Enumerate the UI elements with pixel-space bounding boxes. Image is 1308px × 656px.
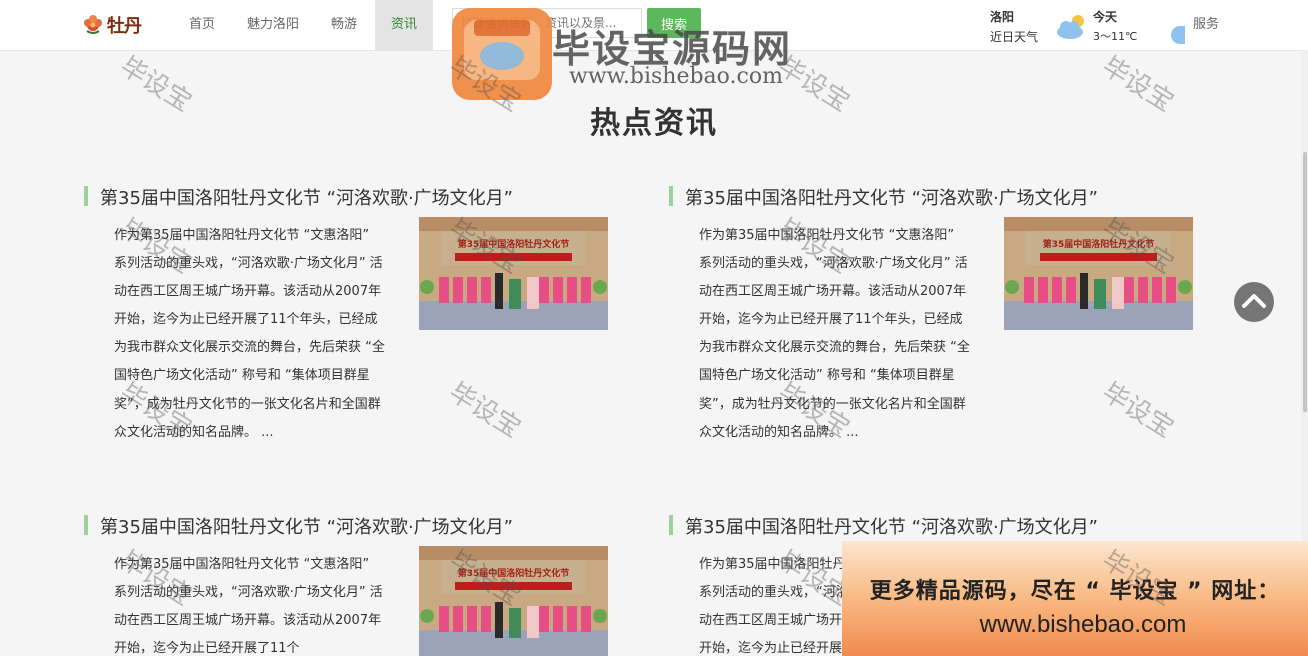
- promo-banner: 更多精品源码，尽在 “ 毕设宝 ” 网址： www.bishebao.com: [842, 541, 1308, 656]
- promo-text: 更多精品源码，尽在 “ 毕设宝 ” 网址：: [869, 579, 1281, 604]
- article-summary: 作为第35届中国洛阳牡丹文化节 “文惠洛阳” 系列活动的重头戏，“河洛欢歌·广场…: [699, 228, 970, 440]
- weather-city: 洛阳: [990, 10, 1015, 24]
- article-title[interactable]: 第35届中国洛阳牡丹文化节 “河洛欢歌·广场文化月”: [100, 513, 513, 539]
- promo-url: www.bishebao.com: [979, 611, 1187, 638]
- nav-news[interactable]: 资讯: [375, 0, 433, 50]
- chevron-up-icon: [1242, 294, 1266, 308]
- article-title[interactable]: 第35届中国洛阳牡丹文化节 “河洛欢歌·广场文化月”: [100, 184, 513, 210]
- article-summary: 作为第35届中国洛阳牡丹文化节 “文惠洛阳” 系列活动的重头戏，“河洛欢歌·广场…: [114, 228, 385, 440]
- article-card[interactable]: 第35届中国洛阳牡丹文化节 “河洛欢歌·广场文化月” 作为第35届中国洛阳牡丹文…: [84, 184, 614, 484]
- article-card[interactable]: 第35届中国洛阳牡丹文化节 “河洛欢歌·广场文化月” 作为第35届中国洛阳牡丹文…: [669, 184, 1199, 484]
- weather-subtitle: 近日天气: [990, 30, 1039, 44]
- watermark-url: www.bishebao.com: [569, 64, 783, 89]
- article-title[interactable]: 第35届中国洛阳牡丹文化节 “河洛欢歌·广场文化月”: [685, 513, 1098, 539]
- logo-text: 牡丹: [107, 16, 142, 37]
- nav-home[interactable]: 首页: [180, 0, 224, 50]
- title-accent-bar: [84, 186, 88, 206]
- article-image[interactable]: 第35届中国洛阳牡丹文化节: [419, 546, 608, 656]
- title-accent-bar: [669, 515, 673, 535]
- weather-today-label: 今天: [1093, 10, 1118, 24]
- image-banner-text: 第35届中国洛阳牡丹文化节: [458, 238, 570, 250]
- image-banner-text: 第35届中国洛阳牡丹文化节: [1043, 238, 1155, 250]
- partly-cloudy-icon: [1057, 15, 1084, 39]
- weather-next-icon: [1171, 26, 1185, 44]
- title-accent-bar: [84, 515, 88, 535]
- article-title[interactable]: 第35届中国洛阳牡丹文化节 “河洛欢歌·广场文化月”: [685, 184, 1098, 210]
- article-card[interactable]: 第35届中国洛阳牡丹文化节 “河洛欢歌·广场文化月” 作为第35届中国洛阳牡丹文…: [84, 513, 614, 656]
- scroll-to-top-button[interactable]: [1234, 282, 1274, 322]
- article-summary: 作为第35届中国洛阳牡丹文化节 “文惠洛阳” 系列活动的重头戏，“河洛欢歌·广场…: [114, 557, 383, 656]
- site-logo[interactable]: 牡丹: [82, 12, 158, 38]
- peony-logo-icon: [84, 15, 102, 34]
- weather-temperature: 3～11℃: [1093, 30, 1138, 43]
- image-banner-text: 第35届中国洛阳牡丹文化节: [458, 567, 570, 579]
- nav-travel[interactable]: 畅游: [322, 0, 366, 50]
- nav-charm-luoyang[interactable]: 魅力洛阳: [240, 0, 306, 50]
- nav-service[interactable]: 服务: [1193, 0, 1219, 50]
- article-image[interactable]: 第35届中国洛阳牡丹文化节: [1004, 217, 1193, 330]
- scrollbar-thumb[interactable]: [1303, 152, 1307, 412]
- title-accent-bar: [669, 186, 673, 206]
- article-image[interactable]: 第35届中国洛阳牡丹文化节: [419, 217, 608, 330]
